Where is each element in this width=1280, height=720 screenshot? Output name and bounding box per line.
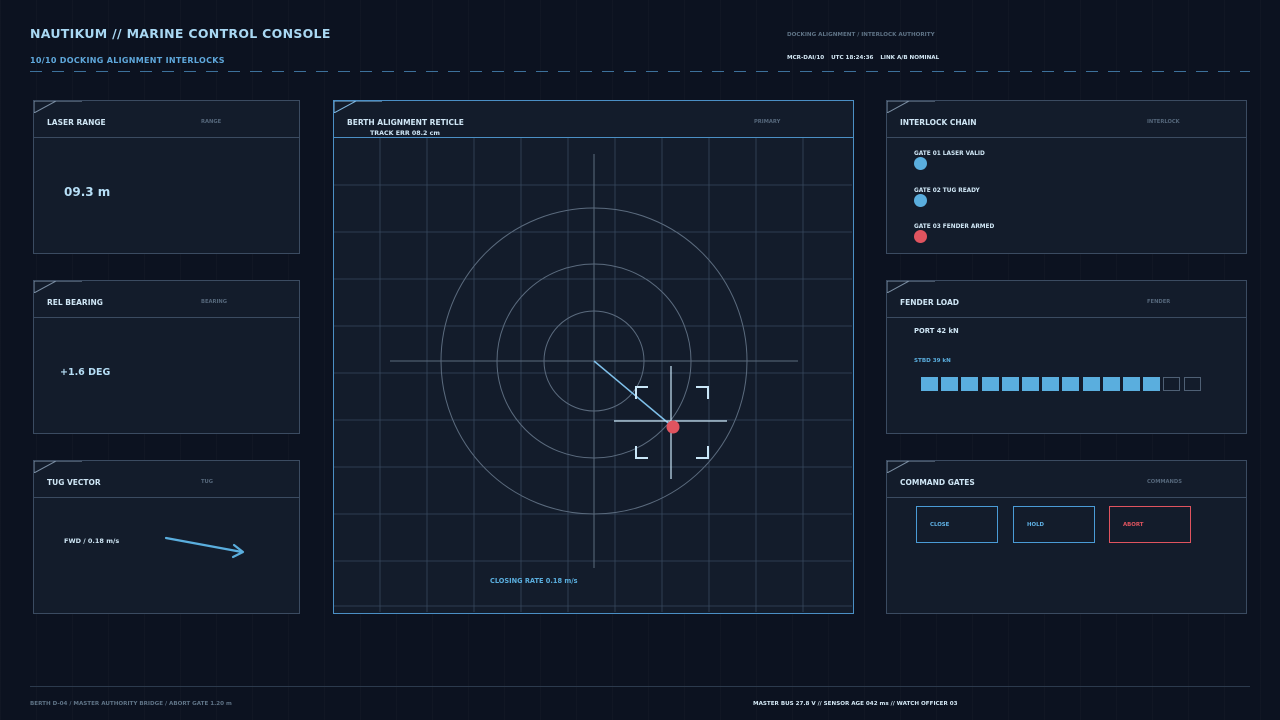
gate-03-status-dot [914,230,927,243]
page-subtitle: 10/10 DOCKING ALIGNMENT INTERLOCKS [30,56,225,65]
header-divider [30,71,1250,72]
interlock-chain-panel: INTERLOCK CHAIN INTERLOCK GATE 01 LASER … [886,100,1247,254]
panel-header: LASER RANGE RANGE [34,101,299,138]
fender-load-panel: FENDER LOAD FENDER PORT 42 kN STBD 39 kN [886,280,1247,434]
utc-clock: UTC 18:24:36 [831,55,874,61]
gate-01-status-dot [914,157,927,170]
corner-notch-icon [34,461,82,473]
panel-header: FENDER LOAD FENDER [887,281,1246,318]
fender-meter-segment [1062,377,1080,391]
panel-title: FENDER LOAD [900,298,959,307]
laser-range-panel: LASER RANGE RANGE 09.3 m [33,100,300,254]
rel-bearing-panel: REL BEARING BEARING +1.6 DEG [33,280,300,434]
status-line: MCR-DAI/10 UTC 18:24:36 LINK A/B NOMINAL [787,55,944,61]
panel-header: INTERLOCK CHAIN INTERLOCK [887,101,1246,138]
fender-meter-segment [961,377,979,391]
fender-meter-segment [1163,377,1181,391]
gate-03-label: GATE 03 FENDER ARMED [914,224,995,230]
fender-meter-segment [1143,377,1161,391]
fender-meter-segment [941,377,959,391]
panel-title: REL BEARING [47,298,103,307]
fender-meter-segment [981,377,999,391]
footer-status: MASTER BUS 27.8 V // SENSOR AGE 042 ms /… [753,701,958,707]
panel-title: COMMAND GATES [900,478,975,487]
tug-vector-value: FWD / 0.18 m/s [64,537,120,545]
panel-title: BERTH ALIGNMENT RETICLE [347,118,464,127]
page-title: NAUTIKUM // MARINE CONTROL CONSOLE [30,26,331,41]
fender-meter-segment [1001,377,1019,391]
footer-divider [30,686,1250,687]
corner-notch-icon [887,101,935,113]
corner-notch-icon [334,101,382,113]
corner-notch-icon [887,461,935,473]
fender-meter-segment [1183,377,1201,391]
port-load-readout: PORT 42 kN [914,327,959,335]
footer-location: BERTH D-04 / MASTER AUTHORITY BRIDGE / A… [30,701,232,707]
link-status: LINK A/B NOMINAL [880,55,940,61]
hold-button[interactable]: HOLD [1013,506,1095,543]
reticle-display [334,137,852,612]
panel-tag: BEARING [201,299,228,305]
corner-notch-icon [34,281,82,293]
panel-tag: RANGE [201,119,222,125]
fender-meter-segment [1042,377,1060,391]
vector-arrow-icon [164,536,245,559]
command-gates-panel: COMMAND GATES COMMANDS CLOSE HOLD ABORT [886,460,1247,614]
rel-bearing-value: +1.6 DEG [60,367,111,378]
gate-01-label: GATE 01 LASER VALID [914,151,985,157]
berth-alignment-reticle-panel: BERTH ALIGNMENT RETICLE PRIMARY TRACK ER… [333,100,854,614]
panel-header: TUG VECTOR TUG [34,461,299,498]
fender-meter-segment [1102,377,1120,391]
fender-meter-segment [1022,377,1039,391]
panel-header: COMMAND GATES COMMANDS [887,461,1246,498]
panel-tag: PRIMARY [754,119,781,125]
track-error-readout: TRACK ERR 08.2 cm [370,130,440,137]
abort-button[interactable]: ABORT [1109,506,1191,543]
closing-rate-readout: CLOSING RATE 0.18 m/s [490,577,578,585]
target-marker [666,420,680,434]
authority-label: DOCKING ALIGNMENT / INTERLOCK AUTHORITY [787,32,935,38]
panel-title: TUG VECTOR [47,478,101,487]
corner-notch-icon [34,101,82,113]
panel-header: REL BEARING BEARING [34,281,299,318]
fender-meter-segment [921,377,938,391]
gate-02-status-dot [914,194,927,207]
panel-title: LASER RANGE [47,118,106,127]
stbd-load-readout: STBD 39 kN [914,358,951,364]
corner-notch-icon [887,281,935,293]
tug-vector-panel: TUG VECTOR TUG FWD / 0.18 m/s [33,460,300,614]
console-id: MCR-DAI/10 [787,55,825,61]
gate-02-label: GATE 02 TUG READY [914,188,980,194]
panel-title: INTERLOCK CHAIN [900,118,977,127]
laser-range-value: 09.3 m [64,185,111,199]
panel-tag: TUG [201,479,214,485]
panel-tag: FENDER [1147,299,1171,305]
fender-meter-segment [1082,377,1100,391]
panel-tag: COMMANDS [1147,479,1182,485]
fender-meter-segment [1123,377,1140,391]
panel-tag: INTERLOCK [1147,119,1180,125]
close-button[interactable]: CLOSE [916,506,998,543]
